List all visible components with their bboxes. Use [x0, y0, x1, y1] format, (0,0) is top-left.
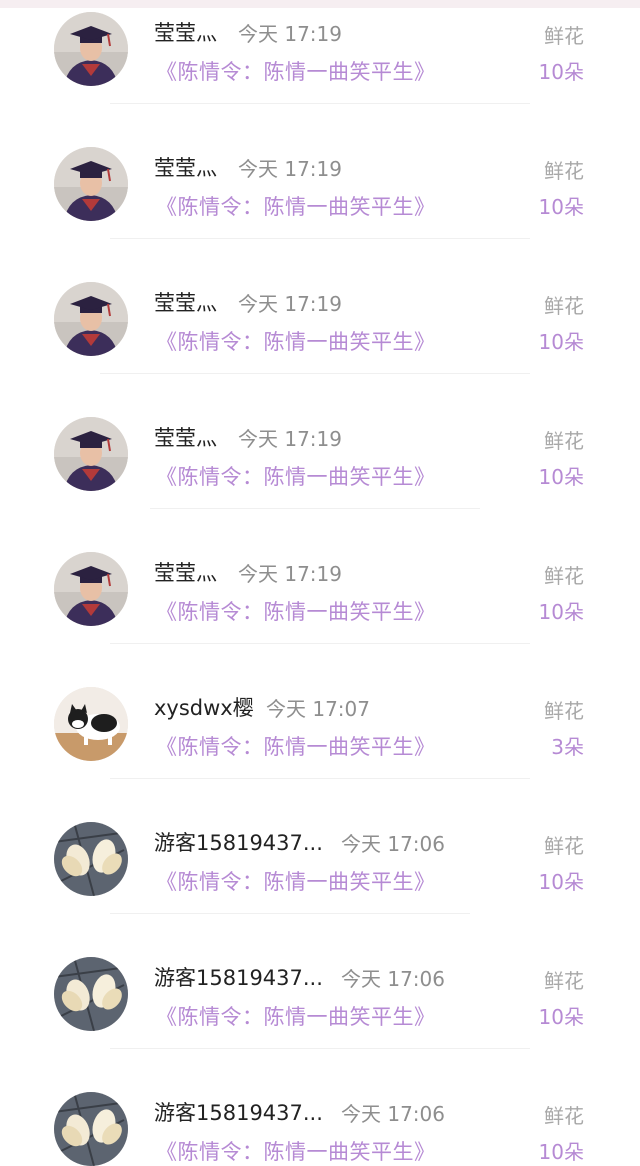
- user-name[interactable]: 游客15819437...: [154, 962, 323, 992]
- divider: [150, 508, 480, 509]
- gift-type-label: 鲜花: [544, 1104, 584, 1128]
- magnolia-avatar[interactable]: [54, 822, 128, 896]
- gift-type-label: 鲜花: [544, 24, 584, 48]
- graduate-avatar[interactable]: [54, 12, 128, 86]
- graduate-avatar[interactable]: [54, 147, 128, 221]
- gift-type-label: 鲜花: [544, 969, 584, 993]
- user-name[interactable]: 莹莹灬: [154, 287, 217, 317]
- gift-record-list: 莹莹灬 今天 17:19 《陈情令：陈情一曲笑平生》 鲜花 10朵 莹莹灬 今天…: [0, 0, 640, 1166]
- book-title-link[interactable]: 《陈情令：陈情一曲笑平生》: [156, 1001, 436, 1031]
- gift-type-label: 鲜花: [544, 699, 584, 723]
- gift-count: 10朵: [538, 195, 584, 219]
- book-title-link[interactable]: 《陈情令：陈情一曲笑平生》: [156, 866, 436, 896]
- timestamp: 今天 17:19: [238, 157, 342, 181]
- gift-type-label: 鲜花: [544, 159, 584, 183]
- timestamp: 今天 17:19: [238, 22, 342, 46]
- book-title-link[interactable]: 《陈情令：陈情一曲笑平生》: [156, 326, 436, 356]
- graduate-avatar[interactable]: [54, 282, 128, 356]
- gift-type-label: 鲜花: [544, 429, 584, 453]
- user-name[interactable]: 莹莹灬: [154, 17, 217, 47]
- user-name[interactable]: 莹莹灬: [154, 152, 217, 182]
- gift-type-label: 鲜花: [544, 564, 584, 588]
- divider: [110, 238, 530, 239]
- list-item[interactable]: 莹莹灬 今天 17:19 《陈情令：陈情一曲笑平生》 鲜花 10朵: [0, 135, 640, 270]
- book-title-link[interactable]: 《陈情令：陈情一曲笑平生》: [156, 596, 436, 626]
- book-title-link[interactable]: 《陈情令：陈情一曲笑平生》: [156, 461, 436, 491]
- list-item[interactable]: 莹莹灬 今天 17:19 《陈情令：陈情一曲笑平生》 鲜花 10朵: [0, 405, 640, 540]
- list-item[interactable]: 游客15819437... 今天 17:06 《陈情令：陈情一曲笑平生》 鲜花 …: [0, 810, 640, 945]
- gift-count: 10朵: [538, 870, 584, 894]
- book-title-link[interactable]: 《陈情令：陈情一曲笑平生》: [156, 56, 436, 86]
- gift-count: 10朵: [538, 465, 584, 489]
- timestamp: 今天 17:06: [341, 1102, 445, 1126]
- book-title-link[interactable]: 《陈情令：陈情一曲笑平生》: [156, 731, 436, 761]
- user-name[interactable]: 莹莹灬: [154, 422, 217, 452]
- list-item[interactable]: 莹莹灬 今天 17:19 《陈情令：陈情一曲笑平生》 鲜花 10朵: [0, 270, 640, 405]
- divider: [110, 1048, 530, 1049]
- magnolia-avatar[interactable]: [54, 957, 128, 1031]
- user-name[interactable]: 莹莹灬: [154, 557, 217, 587]
- gift-count: 10朵: [538, 1005, 584, 1029]
- divider: [100, 373, 530, 374]
- gift-count: 10朵: [538, 1140, 584, 1164]
- divider: [110, 643, 530, 644]
- cat-avatar[interactable]: [54, 687, 128, 761]
- magnolia-avatar[interactable]: [54, 1092, 128, 1166]
- gift-count: 10朵: [538, 60, 584, 84]
- timestamp: 今天 17:19: [238, 562, 342, 586]
- gift-count: 10朵: [538, 330, 584, 354]
- list-item[interactable]: 游客15819437... 今天 17:06 《陈情令：陈情一曲笑平生》 鲜花 …: [0, 1080, 640, 1166]
- timestamp: 今天 17:19: [238, 292, 342, 316]
- list-item[interactable]: 游客15819437... 今天 17:06 《陈情令：陈情一曲笑平生》 鲜花 …: [0, 945, 640, 1080]
- book-title-link[interactable]: 《陈情令：陈情一曲笑平生》: [156, 191, 436, 221]
- list-item[interactable]: xysdwx樱 今天 17:07 《陈情令：陈情一曲笑平生》 鲜花 3朵: [0, 675, 640, 810]
- gift-type-label: 鲜花: [544, 834, 584, 858]
- timestamp: 今天 17:19: [238, 427, 342, 451]
- gift-count: 3朵: [551, 735, 584, 759]
- gift-type-label: 鲜花: [544, 294, 584, 318]
- graduate-avatar[interactable]: [54, 552, 128, 626]
- divider: [110, 778, 530, 779]
- user-name[interactable]: xysdwx樱: [154, 692, 254, 722]
- divider: [110, 913, 470, 914]
- divider: [110, 103, 530, 104]
- user-name[interactable]: 游客15819437...: [154, 827, 323, 857]
- graduate-avatar[interactable]: [54, 417, 128, 491]
- list-item[interactable]: 莹莹灬 今天 17:19 《陈情令：陈情一曲笑平生》 鲜花 10朵: [0, 540, 640, 675]
- timestamp: 今天 17:06: [341, 832, 445, 856]
- user-name[interactable]: 游客15819437...: [154, 1097, 323, 1127]
- book-title-link[interactable]: 《陈情令：陈情一曲笑平生》: [156, 1136, 436, 1166]
- timestamp: 今天 17:06: [341, 967, 445, 991]
- gift-count: 10朵: [538, 600, 584, 624]
- list-item[interactable]: 莹莹灬 今天 17:19 《陈情令：陈情一曲笑平生》 鲜花 10朵: [0, 0, 640, 135]
- timestamp: 今天 17:07: [266, 697, 370, 721]
